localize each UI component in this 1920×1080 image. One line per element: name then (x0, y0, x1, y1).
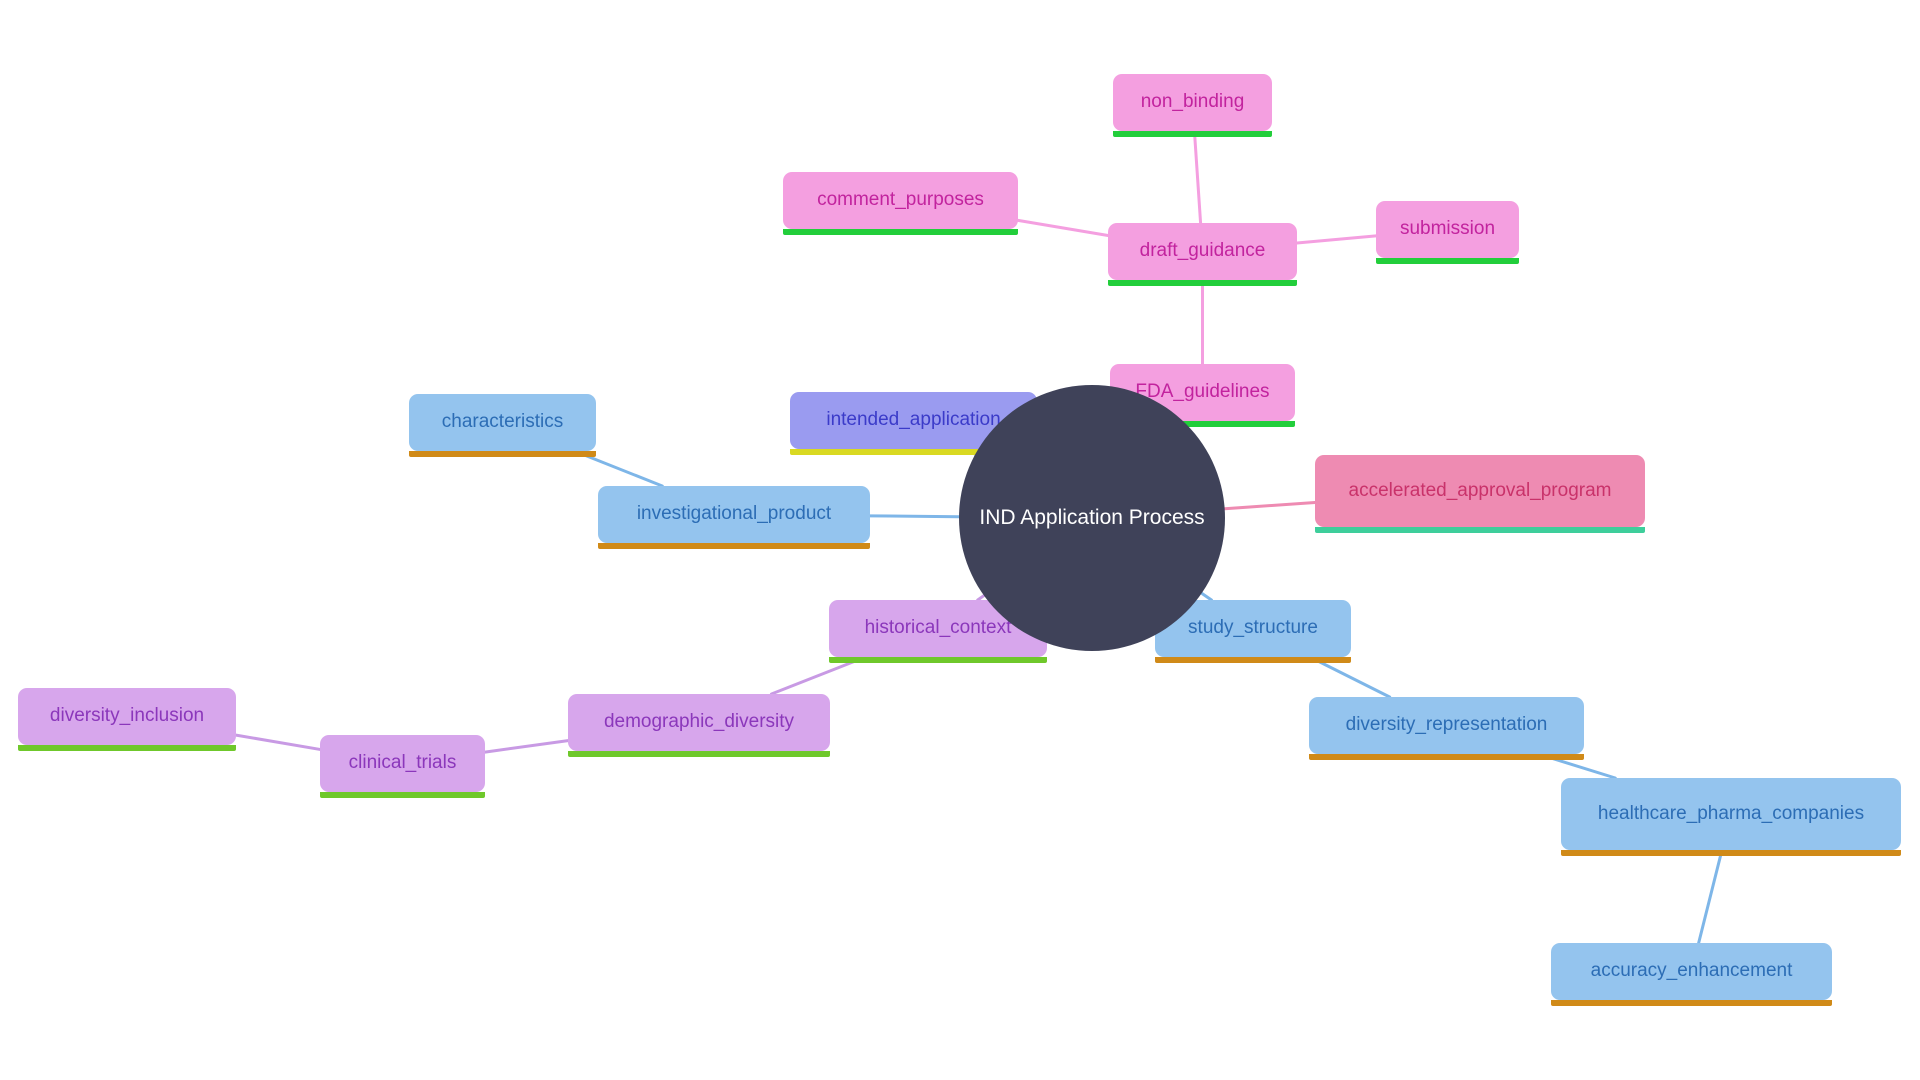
mindmap-node-diversity_inclusion[interactable]: diversity_inclusion (18, 688, 236, 751)
node-underline (18, 745, 236, 751)
mindmap-node-demographic_diversity[interactable]: demographic_diversity (568, 694, 830, 757)
edge-center-to-accelerated_approval_program (1223, 500, 1317, 511)
node-underline (320, 792, 485, 798)
node-label: characteristics (441, 411, 564, 433)
node-label: healthcare_pharma_companies (1597, 802, 1865, 824)
node-label: draft_guidance (1139, 240, 1266, 262)
node-underline (829, 657, 1047, 663)
edge-clinical_trials-to-diversity_inclusion (234, 733, 322, 751)
mindmap-node-investigational_product[interactable]: investigational_product (598, 486, 870, 549)
edge-draft_guidance-to-comment_purposes (1016, 218, 1110, 238)
node-label: investigational_product (636, 503, 832, 525)
mindmap-node-accelerated_approval_program[interactable]: accelerated_approval_program (1315, 455, 1645, 533)
node-label: diversity_representation (1345, 714, 1548, 736)
node-underline (783, 229, 1018, 235)
node-label: accuracy_enhancement (1590, 960, 1793, 982)
mindmap-node-comment_purposes[interactable]: comment_purposes (783, 172, 1018, 235)
node-underline (1108, 280, 1297, 286)
node-underline (1315, 527, 1645, 533)
edge-draft_guidance-to-submission (1295, 234, 1378, 245)
center-node-label: IND Application Process (979, 506, 1205, 529)
node-label: submission (1399, 218, 1496, 240)
node-label: clinical_trials (348, 752, 457, 774)
mindmap-node-submission[interactable]: submission (1376, 201, 1519, 264)
edge-study_structure-to-diversity_representation (1308, 655, 1392, 699)
node-label: diversity_inclusion (49, 705, 205, 727)
node-underline (409, 451, 596, 457)
node-underline (598, 543, 870, 549)
edge-center-to-investigational_product (868, 514, 961, 519)
node-label: non_binding (1140, 91, 1245, 113)
edge-demographic_diversity-to-clinical_trials (483, 739, 570, 754)
mindmap-canvas: non_binding comment_purposes draft_guidanc… (0, 0, 1920, 1080)
mindmap-node-draft_guidance[interactable]: draft_guidance (1108, 223, 1297, 286)
node-underline (568, 751, 830, 757)
mindmap-node-non_binding[interactable]: non_binding (1113, 74, 1272, 137)
edge-draft_guidance-to-non_binding (1192, 129, 1203, 225)
mindmap-node-healthcare_pharma_companies[interactable]: healthcare_pharma_companies (1561, 778, 1901, 856)
node-underline (1309, 754, 1584, 760)
node-underline (1551, 1000, 1832, 1006)
mindmap-node-accuracy_enhancement[interactable]: accuracy_enhancement (1551, 943, 1832, 1006)
node-label: study_structure (1188, 617, 1318, 639)
mindmap-node-clinical_trials[interactable]: clinical_trials (320, 735, 485, 798)
mindmap-node-diversity_representation[interactable]: diversity_representation (1309, 697, 1584, 760)
center-node[interactable]: IND Application Process (959, 385, 1225, 651)
node-label: demographic_diversity (603, 711, 795, 733)
node-underline (1561, 850, 1901, 856)
node-underline (1113, 131, 1272, 137)
edge-healthcare_pharma_companies-to-accuracy_enhancement (1697, 848, 1724, 945)
node-underline (1376, 258, 1519, 264)
node-underline (1155, 657, 1351, 663)
edge-center-to-study_structure (1200, 591, 1213, 602)
node-label: accelerated_approval_program (1348, 479, 1612, 501)
node-label: comment_purposes (817, 189, 984, 211)
mindmap-node-characteristics[interactable]: characteristics (409, 394, 596, 457)
